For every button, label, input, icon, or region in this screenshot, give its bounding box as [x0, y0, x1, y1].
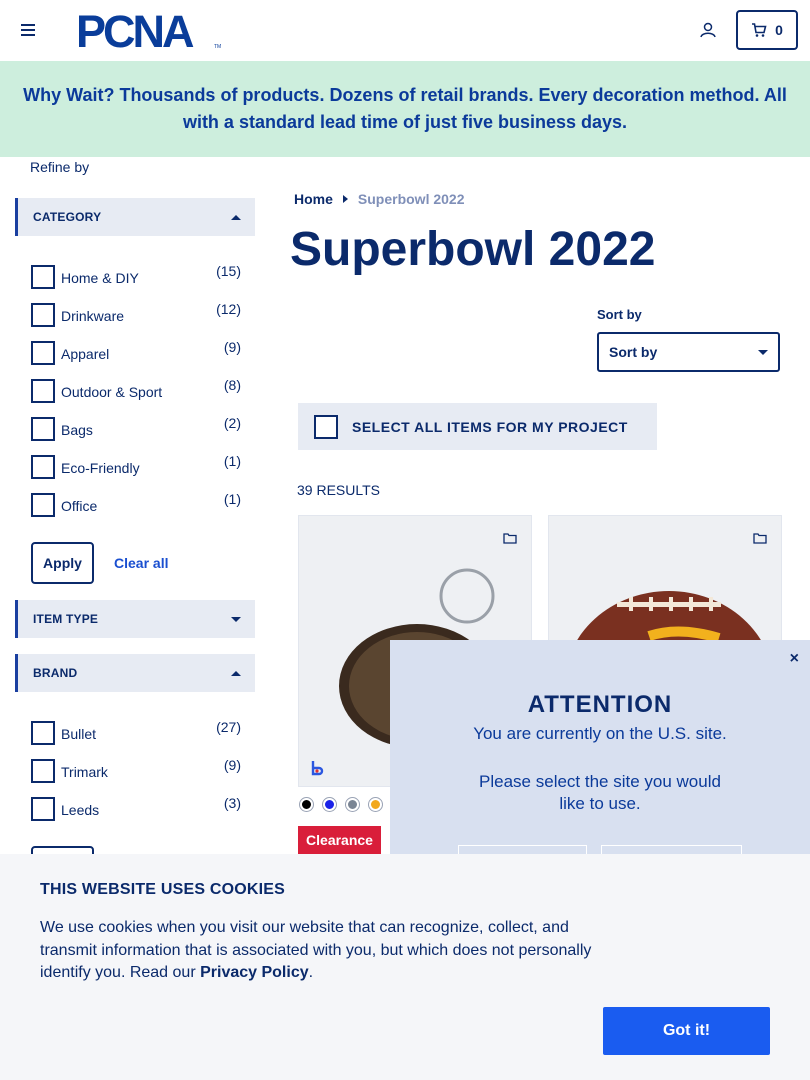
- cookie-text-body: We use cookies when you visit our websit…: [40, 919, 592, 981]
- caret-up-icon: [231, 670, 241, 676]
- checkbox[interactable]: [31, 797, 55, 821]
- color-swatch-black[interactable]: [300, 798, 313, 811]
- sort-select-value: Sort by: [609, 344, 658, 360]
- facet-option[interactable]: Office (1): [31, 491, 243, 517]
- facet-option-count: (2): [223, 415, 241, 431]
- modal-title: ATTENTION: [527, 691, 673, 718]
- facet-option[interactable]: Outdoor & Sport (8): [31, 377, 243, 403]
- facet-option[interactable]: Apparel (9): [31, 339, 243, 365]
- modal-select-site-text: Please select the site you would like to…: [479, 772, 721, 813]
- site-selection-modal: × ATTENTION You are currently on the U.S…: [390, 640, 810, 885]
- facet-option-count: (3): [223, 795, 241, 811]
- facet-option-label: Drinkware: [61, 308, 125, 324]
- checkbox[interactable]: [31, 265, 55, 289]
- facet-option-label: Leeds: [61, 802, 100, 818]
- facet-option-label: Trimark: [61, 764, 108, 780]
- cart-icon: [752, 23, 767, 37]
- facet-option-count: (9): [223, 339, 241, 355]
- color-swatch-blue[interactable]: [323, 798, 336, 811]
- sort-select[interactable]: Sort by: [597, 332, 780, 372]
- checkbox[interactable]: [31, 341, 55, 365]
- facet-option-count: (9): [223, 757, 241, 773]
- facet-option-count: (1): [223, 453, 241, 469]
- facet-title: ITEM TYPE: [33, 612, 99, 626]
- checkbox[interactable]: [31, 455, 55, 479]
- account-icon[interactable]: [699, 21, 717, 39]
- add-to-project-icon[interactable]: [503, 532, 517, 544]
- clear-all-link[interactable]: Clear all: [114, 555, 168, 571]
- facet-option-label: Office: [61, 498, 98, 514]
- checkbox[interactable]: [31, 379, 55, 403]
- color-swatches: [300, 798, 382, 811]
- cookie-banner: THIS WEBSITE USES COOKIES We use cookies…: [0, 854, 810, 1080]
- facet-option-count: (15): [216, 263, 241, 279]
- facet-option[interactable]: Trimark (9): [31, 757, 243, 783]
- chevron-down-icon: [758, 349, 768, 355]
- breadcrumb-current: Superbowl 2022: [357, 191, 465, 207]
- checkbox[interactable]: [31, 721, 55, 745]
- breadcrumb-home-link[interactable]: Home: [294, 191, 333, 207]
- facet-title: CATEGORY: [33, 210, 102, 224]
- select-all-items[interactable]: SELECT ALL ITEMS FOR MY PROJECT: [298, 403, 657, 450]
- site-header: PCNA TM 0: [0, 0, 810, 61]
- facet-option[interactable]: Bullet (27): [31, 719, 243, 745]
- results-count: 39 RESULTS: [297, 482, 380, 498]
- checkbox[interactable]: [31, 417, 55, 441]
- modal-current-site-text: You are currently on the U.S. site.: [473, 724, 727, 743]
- accept-cookies-button[interactable]: Got it!: [603, 1007, 770, 1055]
- checkbox[interactable]: [31, 759, 55, 783]
- clearance-badge: Clearance: [298, 826, 381, 854]
- facet-option-count: (12): [216, 301, 241, 317]
- facet-option[interactable]: Eco-Friendly (1): [31, 453, 243, 479]
- facet-option-count: (8): [223, 377, 241, 393]
- facet-option-label: Home & DIY: [61, 270, 139, 286]
- promo-banner-text: Why Wait? Thousands of products. Dozens …: [23, 85, 787, 132]
- privacy-policy-link[interactable]: Privacy Policy: [200, 964, 309, 981]
- facet-header-category[interactable]: CATEGORY: [15, 198, 255, 236]
- pcna-logo[interactable]: PCNA TM: [76, 10, 226, 50]
- color-swatch-orange[interactable]: [369, 798, 382, 811]
- checkbox[interactable]: [31, 303, 55, 327]
- refine-by-label: Refine by: [30, 159, 90, 175]
- bullet-brand-icon: [311, 761, 324, 776]
- caret-up-icon: [231, 214, 241, 220]
- select-all-label: SELECT ALL ITEMS FOR MY PROJECT: [352, 418, 628, 435]
- checkbox[interactable]: [31, 493, 55, 517]
- promo-banner: Why Wait? Thousands of products. Dozens …: [0, 61, 810, 157]
- cookie-text: We use cookies when you visit our websit…: [40, 917, 600, 985]
- facet-option[interactable]: Leeds (3): [31, 795, 243, 821]
- cart-count: 0: [775, 22, 783, 38]
- sort-label: Sort by: [597, 307, 642, 322]
- breadcrumb-separator-icon: [342, 195, 348, 203]
- facet-option[interactable]: Bags (2): [31, 415, 243, 441]
- logo-text: PCNA: [76, 10, 194, 50]
- color-swatch-gray[interactable]: [346, 798, 359, 811]
- cart-button[interactable]: 0: [736, 10, 798, 50]
- facet-option-label: Bullet: [61, 726, 97, 742]
- facet-option[interactable]: Drinkware (12): [31, 301, 243, 327]
- facet-option-label: Outdoor & Sport: [61, 384, 163, 400]
- page-title: Superbowl 2022: [290, 223, 656, 276]
- facet-option-label: Eco-Friendly: [61, 460, 140, 476]
- add-to-project-icon[interactable]: [753, 532, 767, 544]
- caret-down-icon: [231, 616, 241, 622]
- facet-option[interactable]: Home & DIY (15): [31, 263, 243, 289]
- facet-option-label: Apparel: [61, 346, 110, 362]
- facet-title: BRAND: [33, 666, 78, 680]
- cookie-title: THIS WEBSITE USES COOKIES: [40, 881, 286, 898]
- apply-button[interactable]: Apply: [31, 542, 94, 584]
- svg-text:TM: TM: [214, 44, 221, 50]
- facet-header-item-type[interactable]: ITEM TYPE: [15, 600, 255, 638]
- facet-option-count: (1): [223, 491, 241, 507]
- hamburger-menu-icon[interactable]: [20, 22, 36, 38]
- cookie-text-end: .: [308, 964, 314, 981]
- facet-option-label: Bags: [61, 422, 93, 438]
- select-all-checkbox[interactable]: [314, 414, 338, 439]
- facet-header-brand[interactable]: BRAND: [15, 654, 255, 692]
- breadcrumb: Home Superbowl 2022: [294, 191, 465, 207]
- close-icon[interactable]: ×: [790, 650, 799, 668]
- facet-option-count: (27): [216, 719, 241, 735]
